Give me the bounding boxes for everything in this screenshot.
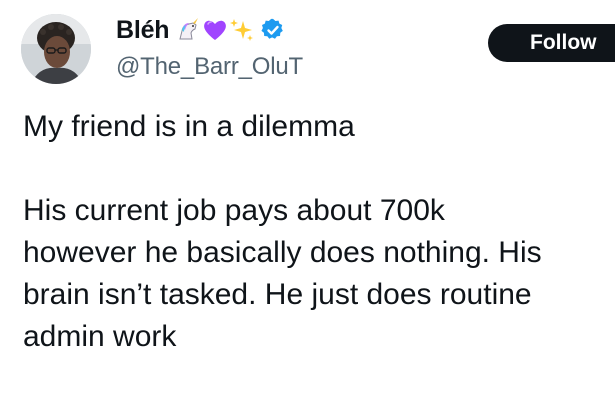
follow-button[interactable]: Follow	[488, 24, 615, 62]
user-info: Bléh @The_Barr_OluT	[116, 12, 303, 81]
purple-heart-icon	[202, 17, 228, 43]
user-handle[interactable]: @The_Barr_OluT	[116, 53, 303, 81]
tweet-line: admin work	[23, 320, 177, 353]
name-row: Bléh	[116, 12, 303, 48]
unicorn-icon	[175, 17, 201, 43]
tweet-line: My friend is in a dilemma	[23, 110, 355, 143]
sparkles-icon	[229, 17, 255, 43]
tweet-card: Bléh @The_Barr_OluT Follow My friend is …	[0, 0, 615, 410]
avatar-photo-icon	[21, 14, 91, 84]
display-name[interactable]: Bléh	[116, 16, 170, 45]
avatar[interactable]	[21, 14, 91, 84]
tweet-line: however he basically does nothing. His	[23, 236, 542, 269]
tweet-text: My friend is in a dilemma His current jo…	[23, 106, 615, 358]
name-emojis	[175, 17, 255, 43]
verified-badge-icon[interactable]	[261, 18, 285, 42]
tweet-line: His current job pays about 700k	[23, 194, 445, 227]
tweet-line: brain isn’t tasked. He just does routine	[23, 278, 532, 311]
